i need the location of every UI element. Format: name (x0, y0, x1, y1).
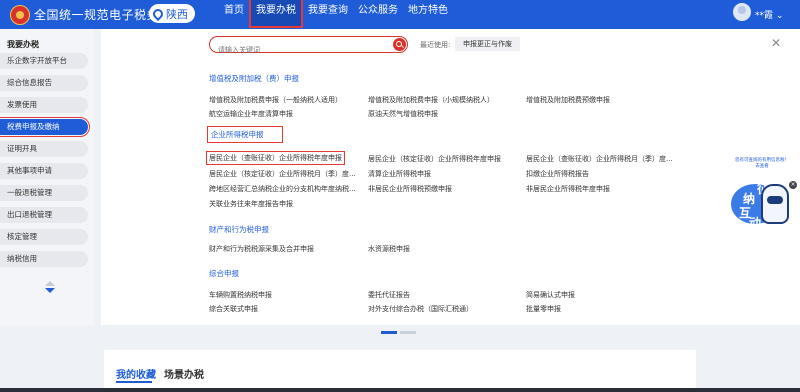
assistant-char: 动 (749, 216, 762, 230)
location-pin-icon (150, 6, 166, 21)
sidebar-item-other-requests[interactable]: 其他事项申请 (0, 163, 88, 179)
close-icon[interactable]: × (789, 181, 797, 189)
menu-link[interactable]: 航空运输企业年度清算申报 (209, 109, 293, 119)
carousel-dot[interactable] (400, 331, 416, 334)
sidebar-item-info-report[interactable]: 综合信息报告 (0, 75, 88, 91)
recent-item-chip[interactable]: 申报更正与作废 (455, 37, 520, 51)
tab-scenario-tax[interactable]: 场景办税 (164, 366, 204, 381)
recent-label: 最近使用: (420, 41, 451, 49)
menu-link[interactable]: 增值税及附加税费申报（小规模纳税人） (368, 95, 494, 105)
menu-link[interactable]: 车辆购置税纳税申报 (209, 290, 272, 300)
menu-link[interactable]: 批量零申报 (526, 304, 561, 314)
user-name-menu[interactable]: **霞 ⌄ (755, 8, 783, 21)
menu-link[interactable]: 委托代征报告 (368, 290, 410, 300)
nav-local-features[interactable]: 地方特色 (403, 0, 453, 29)
sidebar-item-tax-filing[interactable]: 税费申报及缴纳 (0, 117, 90, 137)
menu-link[interactable]: 增值税及附加税费申报（一般纳税人适用） (209, 95, 342, 105)
active-tab-underline (116, 381, 152, 383)
tax-emblem-logo (10, 5, 30, 25)
tab-my-favorites[interactable]: 我的收藏 (116, 366, 156, 381)
menu-link[interactable]: 居民企业（核定征收）企业所得税月（季）度... (209, 169, 356, 179)
menu-link[interactable]: 居民企业（查账征收）企业所得税月（季）度... (526, 154, 673, 164)
main-nav: 首页 我要办税 我要查询 公众服务 地方特色 (219, 0, 453, 29)
menu-link[interactable]: 非居民企业所得税年度申报 (526, 184, 610, 194)
nav-tax-handling[interactable]: 我要办税 (249, 0, 303, 28)
user-avatar[interactable] (733, 3, 751, 21)
menu-link[interactable]: 扣缴企业所得税报告 (526, 169, 589, 179)
dropdown-panel (101, 29, 800, 325)
menu-link[interactable]: 跨地区经营汇总纳税企业的分支机构年度纳税... (209, 184, 356, 194)
top-header: 全国统一规范电子税务局 陕西 首页 我要办税 我要查询 公众服务 地方特色 **… (0, 0, 800, 29)
menu-link[interactable]: 增值税及附加税费预缴申报 (526, 95, 610, 105)
sidebar-item-leqi-platform[interactable]: 乐企数字开放平台 (0, 53, 88, 69)
menu-link[interactable]: 水资源税申报 (368, 244, 410, 254)
nav-public-service[interactable]: 公众服务 (353, 0, 403, 29)
assistant-tip[interactable]: 您有可查阅的有用信息啦！ 去查看 (734, 158, 790, 170)
section-title-comprehensive: 综合申报 (209, 269, 239, 278)
assistant-widget[interactable]: 纳 征 互 动 (731, 176, 793, 230)
bottom-bar (0, 388, 800, 392)
region-label: 陕西 (166, 7, 188, 21)
menu-link[interactable]: 简易确认式申报 (526, 290, 575, 300)
menu-link[interactable]: 关联业务往来年度报告申报 (209, 199, 293, 209)
search-icon[interactable] (393, 38, 406, 51)
sidebar-title: 我要办税 (7, 40, 39, 49)
sidebar-item-assessment[interactable]: 核定管理 (0, 229, 88, 245)
region-selector[interactable]: 陕西 (149, 4, 195, 23)
section-title-property: 财产和行为税申报 (209, 225, 269, 234)
menu-link[interactable]: 财产和行为税税源采集及合并申报 (209, 244, 314, 254)
sidebar-item-tax-credit[interactable]: 纳税信用 (0, 251, 88, 267)
menu-link[interactable]: 综合关联式申报 (209, 304, 258, 314)
carousel-dot-active[interactable] (381, 331, 397, 334)
sidebar-scroll-arrows[interactable] (44, 281, 56, 293)
sidebar-item-certificate[interactable]: 证明开具 (0, 141, 88, 157)
search-box (209, 36, 408, 58)
search-input[interactable] (210, 42, 390, 58)
menu-link[interactable]: 原油天然气增值税申报 (368, 109, 438, 119)
nav-query[interactable]: 我要查询 (303, 0, 353, 29)
sidebar-item-general-refund[interactable]: 一般退税管理 (0, 185, 88, 201)
sidebar-item-export-refund[interactable]: 出口退税管理 (0, 207, 88, 223)
section-title-vat: 增值税及附加税（费）申报 (209, 74, 299, 83)
nav-home[interactable]: 首页 (219, 0, 249, 29)
menu-link-cit-annual-audit[interactable]: 居民企业（查账征收）企业所得税年度申报 (206, 151, 345, 165)
close-icon[interactable]: ✕ (771, 36, 781, 50)
menu-link[interactable]: 非居民企业所得税预缴申报 (368, 184, 452, 194)
menu-link[interactable]: 清算企业所得税申报 (368, 169, 431, 179)
menu-link[interactable]: 对外支付综合办税（国际汇税通） (368, 304, 473, 314)
menu-link[interactable]: 居民企业（核定征收）企业所得税年度申报 (368, 154, 501, 164)
arrow-down-icon[interactable] (45, 288, 55, 293)
section-title-cit: 企业所得税申报 (207, 126, 283, 143)
sidebar-item-invoice[interactable]: 发票使用 (0, 97, 88, 113)
arrow-up-icon[interactable] (45, 281, 55, 286)
robot-mascot-icon (761, 184, 789, 224)
